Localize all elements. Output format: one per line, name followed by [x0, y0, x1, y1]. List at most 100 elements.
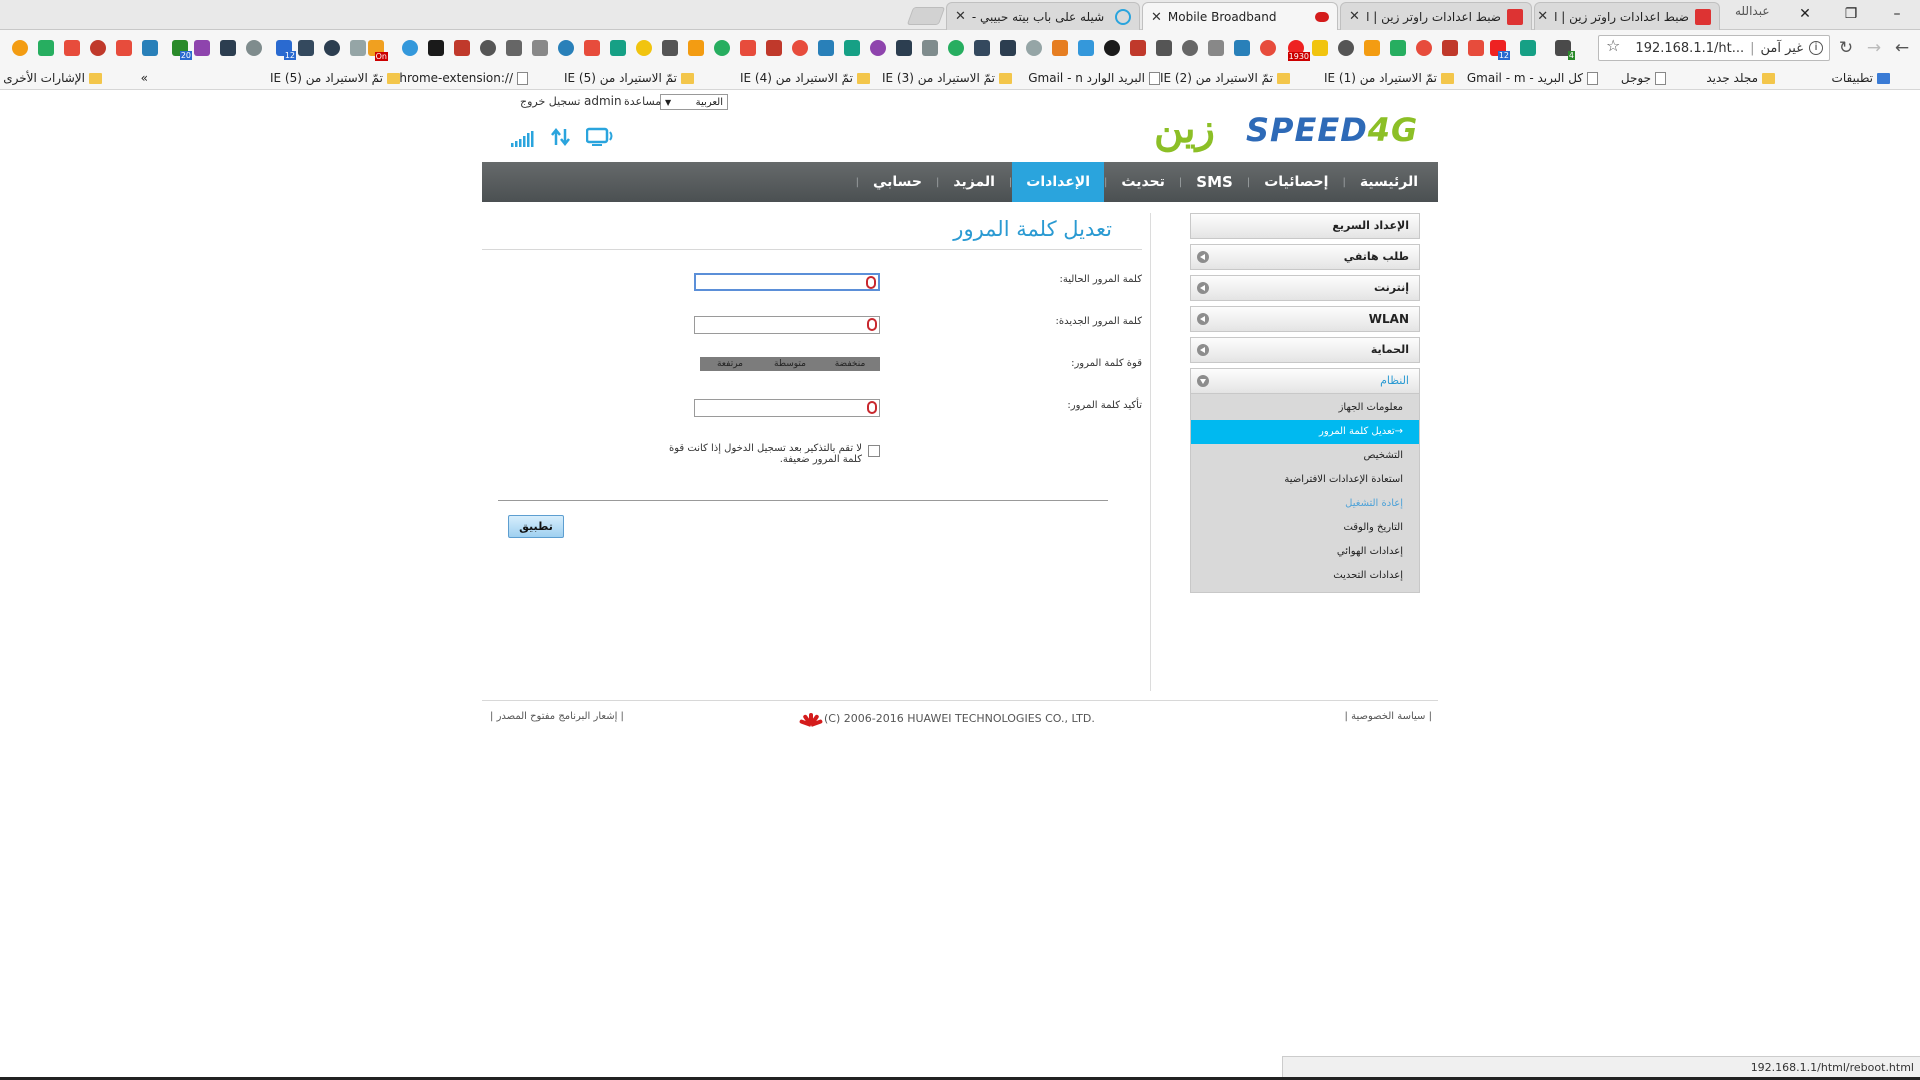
bookmark-chrome-extension[interactable]: //:chrome-extension: [393, 70, 528, 86]
extension-icon[interactable]: [1104, 40, 1120, 56]
new-tab-button[interactable]: [906, 7, 946, 25]
confirm-password-input[interactable]: [694, 399, 880, 417]
extension-icon[interactable]: [948, 40, 964, 56]
tab-zain-settings-2[interactable]: ضبط اعدادات راوتر زين | ا ✕: [1340, 2, 1532, 30]
extension-icon[interactable]: [506, 40, 522, 56]
extension-icon[interactable]: [1390, 40, 1406, 56]
sidebar-item-dialup[interactable]: طلب هاتفي: [1190, 244, 1420, 270]
open-source-notice-link[interactable]: | إشعار البرنامج مفتوح المصدر |: [490, 711, 624, 722]
extension-icon[interactable]: [584, 40, 600, 56]
apply-button[interactable]: تطبيق: [508, 515, 564, 538]
nav-update[interactable]: تحديث: [1107, 162, 1179, 202]
bookmark-gmail-inbox[interactable]: البريد الوارد Gmail - n: [1028, 70, 1160, 86]
nav-more[interactable]: المزيد: [939, 162, 1009, 202]
bookmark-new-folder[interactable]: مجلد جديد: [1706, 70, 1775, 86]
address-bar[interactable]: i غير آمن | 192.168.1.1/ht...: [1598, 35, 1830, 61]
forward-arrow-icon[interactable]: →: [1862, 36, 1886, 60]
bookmark-apps[interactable]: تطبيقات: [1832, 70, 1890, 86]
extension-icon[interactable]: [714, 40, 730, 56]
close-tab-icon[interactable]: ✕: [1349, 9, 1360, 24]
extension-icon[interactable]: [1468, 40, 1484, 56]
privacy-policy-link[interactable]: | سياسة الخصوصية |: [1345, 711, 1432, 722]
sidebar-sub-restore-defaults[interactable]: استعادة الإعدادات الافتراضية: [1191, 468, 1419, 492]
bookmark-ie-1[interactable]: تمّ الاستيراد من IE (1): [1324, 70, 1454, 86]
extension-icon[interactable]: [662, 40, 678, 56]
bookmark-ie-3[interactable]: تمّ الاستيراد من IE (3): [882, 70, 1012, 86]
sidebar-item-wlan[interactable]: WLAN: [1190, 306, 1420, 332]
bookmark-ie-4[interactable]: تمّ الاستيراد من IE (4): [740, 70, 870, 86]
nav-statistics[interactable]: إحصائيات: [1250, 162, 1342, 202]
extension-icon[interactable]: [922, 40, 938, 56]
extension-icon[interactable]: [558, 40, 574, 56]
extension-badge-icon[interactable]: 1930: [1287, 40, 1310, 61]
bookmark-ie-5[interactable]: تمّ الاستيراد من IE (5): [564, 70, 694, 86]
extension-icon[interactable]: [610, 40, 626, 56]
nav-my-account[interactable]: حسابي: [859, 162, 936, 202]
extension-icon[interactable]: [1234, 40, 1250, 56]
bookmark-ie-5b[interactable]: تمّ الاستيراد من IE (5): [270, 70, 400, 86]
bookmarks-overflow-button[interactable]: »: [141, 70, 148, 86]
extension-icon[interactable]: [1520, 40, 1536, 56]
sidebar-item-ethernet[interactable]: إنترنت: [1190, 275, 1420, 301]
extension-icon[interactable]: [454, 40, 470, 56]
extension-icon[interactable]: [142, 40, 158, 56]
extension-icon[interactable]: [1260, 40, 1276, 56]
sidebar-item-quick-setup[interactable]: الإعداد السريع: [1190, 213, 1420, 239]
restore-window-icon[interactable]: ❐: [1828, 0, 1874, 28]
extension-icon[interactable]: [1000, 40, 1016, 56]
close-window-icon[interactable]: ✕: [1782, 0, 1828, 28]
extension-icon[interactable]: [298, 40, 314, 56]
extension-badge-icon[interactable]: 12: [1490, 40, 1510, 60]
nav-settings[interactable]: الإعدادات: [1012, 162, 1104, 202]
extension-icon[interactable]: [64, 40, 80, 56]
extension-icon[interactable]: [12, 40, 28, 56]
sidebar-item-security[interactable]: الحماية: [1190, 337, 1420, 363]
extension-icon[interactable]: [740, 40, 756, 56]
sidebar-sub-modify-password[interactable]: →تعديل كلمة المرور: [1191, 420, 1419, 444]
tab-zain-settings-1[interactable]: ضبط اعدادات راوتر زين | ا ✕: [1534, 2, 1720, 30]
bookmark-other[interactable]: الإشارات الأخرى: [3, 70, 102, 86]
nav-sms[interactable]: SMS: [1182, 162, 1247, 202]
extension-icon[interactable]: [246, 40, 262, 56]
extension-icon[interactable]: [1416, 40, 1432, 56]
help-link[interactable]: مساعدة: [624, 95, 661, 108]
tab-song[interactable]: ✕ شيله على باب بيته حبيبي -: [946, 2, 1140, 30]
extension-icon[interactable]: [1026, 40, 1042, 56]
extension-icon[interactable]: [1130, 40, 1146, 56]
extension-icon[interactable]: [532, 40, 548, 56]
extension-icon[interactable]: [1078, 40, 1094, 56]
extension-icon[interactable]: [90, 40, 106, 56]
profile-name[interactable]: عبدالله: [1735, 4, 1769, 18]
bookmark-star-icon[interactable]: ☆: [1606, 36, 1620, 55]
weak-password-reminder-checkbox[interactable]: [868, 445, 880, 457]
language-select[interactable]: العربية ▼: [660, 94, 728, 110]
extension-icon[interactable]: [38, 40, 54, 56]
tab-mobile-broadband[interactable]: ✕ Mobile Broadband: [1142, 2, 1338, 31]
extension-icon[interactable]: [324, 40, 340, 56]
reload-icon[interactable]: ↻: [1834, 36, 1858, 60]
bookmark-gmail-all[interactable]: كل البريد - Gmail - m: [1467, 70, 1598, 86]
extension-icon[interactable]: [116, 40, 132, 56]
extension-icon[interactable]: [688, 40, 704, 56]
sidebar-sub-diagnosis[interactable]: التشخيص: [1191, 444, 1419, 468]
extension-icon[interactable]: [1182, 40, 1198, 56]
extension-icon[interactable]: [1208, 40, 1224, 56]
extension-icon[interactable]: [792, 40, 808, 56]
extension-icon[interactable]: [402, 40, 418, 56]
bookmark-google[interactable]: جوجل: [1621, 70, 1666, 86]
extension-icon[interactable]: [1052, 40, 1068, 56]
minimize-window-icon[interactable]: –: [1874, 0, 1920, 28]
extension-icon[interactable]: [350, 40, 366, 56]
nav-home[interactable]: الرئيسية: [1346, 162, 1432, 202]
sidebar-sub-date-time[interactable]: التاريخ والوقت: [1191, 516, 1419, 540]
current-password-input[interactable]: [694, 273, 880, 291]
sidebar-sub-antenna-settings[interactable]: إعدادات الهوائي: [1191, 540, 1419, 564]
extension-icon[interactable]: [1312, 40, 1328, 56]
extension-icon[interactable]: [896, 40, 912, 56]
sidebar-item-system[interactable]: النظام: [1190, 368, 1420, 394]
close-tab-icon[interactable]: ✕: [1151, 10, 1162, 25]
extension-badge-icon[interactable]: 20: [172, 40, 192, 60]
sidebar-sub-update-settings[interactable]: إعدادات التحديث: [1191, 564, 1419, 588]
new-password-input[interactable]: [694, 316, 880, 334]
extension-icon[interactable]: [974, 40, 990, 56]
